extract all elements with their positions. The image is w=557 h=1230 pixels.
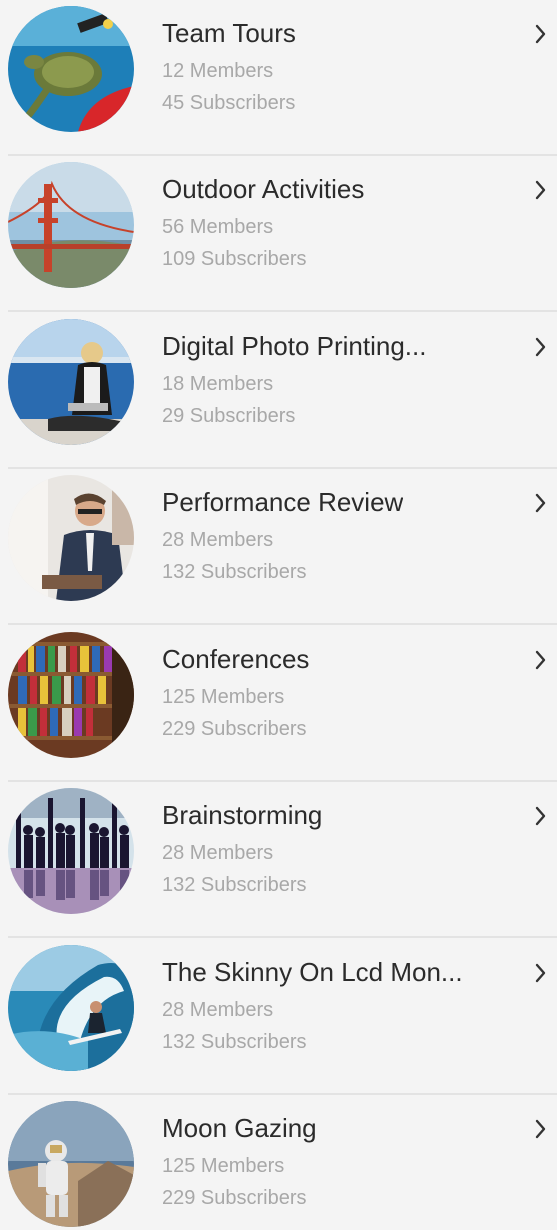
group-subscribers: 132 Subscribers [162,874,307,896]
group-subscribers: 45 Subscribers [162,92,296,114]
row-divider [8,623,557,625]
group-title: Conferences [162,644,310,674]
group-subscribers: 132 Subscribers [162,561,307,583]
list-item[interactable]: Digital Photo Printing... 18 Members 29 … [0,313,557,469]
group-members: 56 Members [162,216,274,238]
group-title: Team Tours [162,18,296,48]
row-divider [8,936,557,938]
group-title: Brainstorming [162,800,323,830]
row-divider [8,310,557,312]
list-item[interactable]: Brainstorming 28 Members 132 Subscribers [0,782,557,938]
chevron-right-icon [529,648,553,672]
group-avatar-the-skinny-on-lcd [8,945,134,1071]
group-subscribers: 109 Subscribers [162,248,307,270]
group-avatar-performance-review [8,475,134,601]
group-subscribers: 29 Subscribers [162,405,296,427]
chevron-right-icon [529,22,553,46]
group-title: Performance Review [162,487,404,517]
group-members: 28 Members [162,999,274,1021]
chevron-right-icon [529,178,553,202]
group-title: Outdoor Activities [162,174,365,204]
group-list: Team Tours 12 Members 45 Subscribers Out… [0,0,557,1230]
group-subscribers: 229 Subscribers [162,718,307,740]
group-members: 125 Members [162,686,285,708]
group-members: 28 Members [162,529,274,551]
chevron-right-icon [529,335,553,359]
group-subscribers: 132 Subscribers [162,1031,307,1053]
group-title: Moon Gazing [162,1113,317,1143]
group-avatar-digital-photo-printing [8,319,134,445]
chevron-right-icon [529,804,553,828]
list-item[interactable]: Team Tours 12 Members 45 Subscribers [0,0,557,156]
group-avatar-moon-gazing [8,1101,134,1227]
chevron-right-icon [529,491,553,515]
chevron-right-icon [529,1117,553,1141]
group-avatar-outdoor-activities [8,162,134,288]
list-item[interactable]: Performance Review 28 Members 132 Subscr… [0,469,557,625]
group-title: Digital Photo Printing... [162,331,427,361]
group-avatar-conferences [8,632,134,758]
group-members: 18 Members [162,373,274,395]
list-item[interactable]: Outdoor Activities 56 Members 109 Subscr… [0,156,557,312]
list-item[interactable]: Moon Gazing 125 Members 229 Subscribers [0,1095,557,1230]
group-subscribers: 229 Subscribers [162,1187,307,1209]
chevron-right-icon [529,961,553,985]
group-members: 125 Members [162,1155,285,1177]
group-members: 28 Members [162,842,274,864]
group-avatar-team-tours [8,6,134,132]
list-item[interactable]: Conferences 125 Members 229 Subscribers [0,626,557,782]
list-item[interactable]: The Skinny On Lcd Mon... 28 Members 132 … [0,939,557,1095]
group-avatar-brainstorming [8,788,134,914]
group-title: The Skinny On Lcd Mon... [162,957,463,987]
group-members: 12 Members [162,60,274,82]
